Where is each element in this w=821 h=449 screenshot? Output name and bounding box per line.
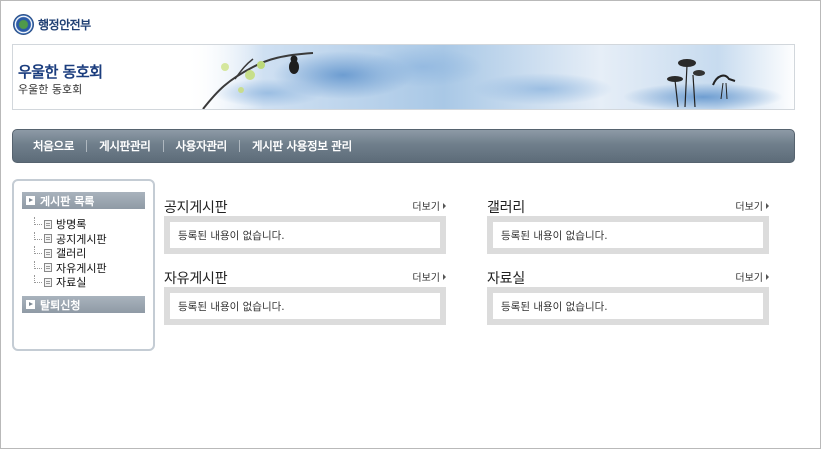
logo-text: 행정안전부 [38, 17, 91, 32]
tree-connector [34, 217, 42, 226]
sidebar-item-free-board[interactable]: 자유게시판 [34, 260, 107, 276]
arrow-right-icon [443, 202, 446, 209]
nav-board-usage-management[interactable]: 게시판 사용정보 관리 [240, 138, 364, 154]
board-content-box: 등록된 내용이 없습니다. [487, 216, 769, 254]
tree-connector [34, 260, 42, 269]
sidebar-withdraw-button[interactable]: 탈퇴신청 [22, 296, 145, 313]
header-banner: 우울한 동호회 우울한 동호회 [12, 44, 795, 110]
expand-arrow-icon [26, 300, 35, 309]
document-icon [44, 219, 52, 229]
tree-connector [34, 275, 42, 284]
more-link[interactable]: 더보기 [412, 269, 446, 284]
arrow-right-icon [766, 273, 769, 280]
board-title: 공지게시판 [164, 200, 228, 216]
empty-message: 등록된 내용이 없습니다. [493, 293, 763, 319]
more-link[interactable]: 더보기 [735, 269, 769, 284]
ink-painting-illustration [13, 45, 794, 109]
more-label: 더보기 [735, 202, 763, 213]
nav-board-management[interactable]: 게시판관리 [87, 138, 162, 154]
government-emblem-icon [13, 13, 34, 35]
board-title: 갤러리 [487, 200, 526, 216]
sidebar-item-guestbook[interactable]: 방명록 [34, 217, 107, 232]
arrow-right-icon [443, 273, 446, 280]
club-subtitle: 우울한 동호회 [18, 83, 83, 96]
sidebar-section-label: 게시판 목록 [40, 194, 95, 208]
sidebar-board-list-header[interactable]: 게시판 목록 [22, 192, 145, 209]
expand-arrow-icon [26, 196, 35, 205]
document-icon [44, 248, 52, 258]
board-content-box: 등록된 내용이 없습니다. [487, 287, 769, 325]
empty-message: 등록된 내용이 없습니다. [170, 222, 440, 248]
board-title: 자유게시판 [164, 271, 228, 287]
more-label: 더보기 [735, 273, 763, 284]
tree-connector [34, 231, 42, 240]
tree-connector [34, 246, 42, 255]
board-title: 자료실 [487, 271, 526, 287]
document-icon [44, 263, 52, 273]
more-label: 더보기 [412, 273, 440, 284]
document-icon [44, 277, 52, 287]
board-content-box: 등록된 내용이 없습니다. [164, 216, 446, 254]
board-content-box: 등록된 내용이 없습니다. [164, 287, 446, 325]
sidebar-item-gallery[interactable]: 갤러리 [34, 246, 107, 261]
ministry-logo[interactable]: 행정안전부 [13, 13, 91, 35]
more-link[interactable]: 더보기 [735, 198, 769, 213]
document-icon [44, 234, 52, 244]
nav-home[interactable]: 처음으로 [21, 138, 86, 154]
sidebar-item-archive[interactable]: 자료실 [34, 275, 107, 290]
board-tree: 방명록 공지게시판 갤러리 자유게시판 자료실 [34, 217, 107, 290]
sidebar: 게시판 목록 방명록 공지게시판 갤러리 자유게시판 자료실 탈퇴신청 [12, 179, 155, 351]
empty-message: 등록된 내용이 없습니다. [170, 293, 440, 319]
empty-message: 등록된 내용이 없습니다. [493, 222, 763, 248]
sidebar-item-label: 자료실 [56, 276, 87, 290]
arrow-right-icon [766, 202, 769, 209]
more-label: 더보기 [412, 202, 440, 213]
more-link[interactable]: 더보기 [412, 198, 446, 213]
sidebar-section-label: 탈퇴신청 [40, 298, 81, 312]
club-title: 우울한 동호회 [18, 63, 103, 81]
sidebar-item-notice-board[interactable]: 공지게시판 [34, 231, 107, 247]
main-navigation: 처음으로 게시판관리 사용자관리 게시판 사용정보 관리 [12, 129, 795, 163]
nav-user-management[interactable]: 사용자관리 [164, 138, 239, 154]
